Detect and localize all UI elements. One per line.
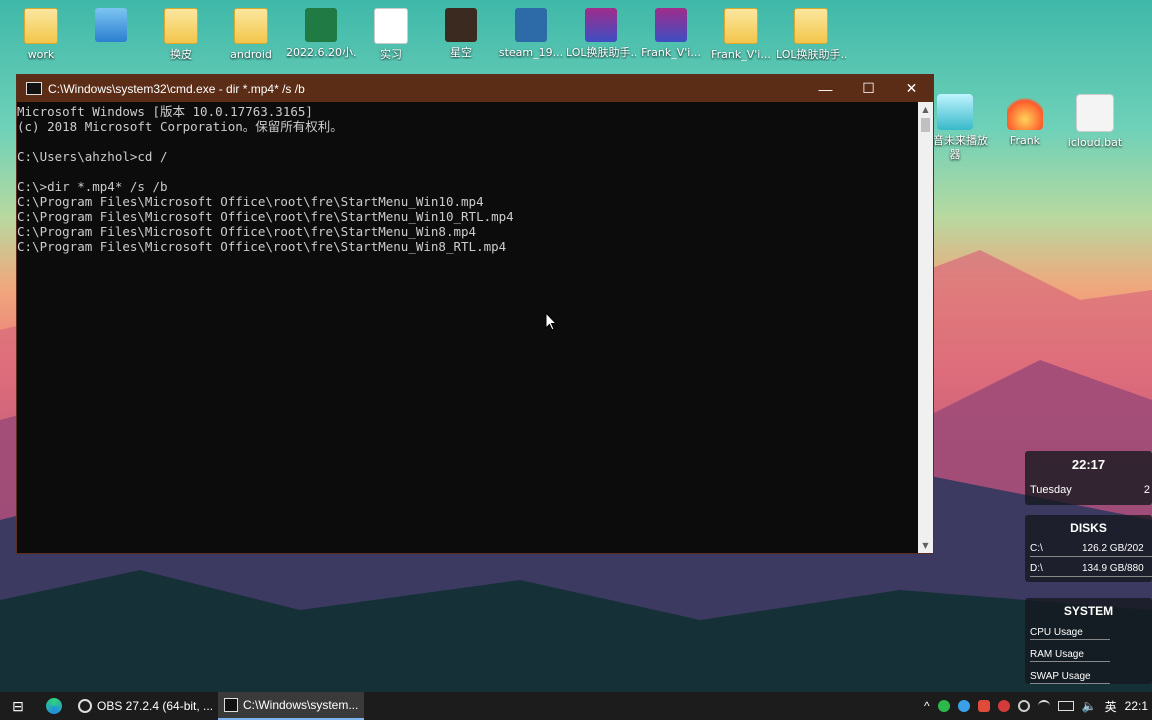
tray-app-icon[interactable] [977, 700, 990, 712]
disk-row: D:\ 134.9 GB/880 [1030, 563, 1152, 577]
taskbar-app-cmd[interactable]: C:\Windows\system... [218, 692, 364, 720]
pdf-icon [374, 8, 408, 44]
console-line: C:\Users\ahzhol>cd / [17, 149, 168, 164]
system-title: SYSTEM [1063, 604, 1114, 618]
folder-icon [794, 8, 828, 44]
disk-row: C:\ 126.2 GB/202 [1030, 543, 1152, 557]
desktop-icon-frank-folder[interactable]: Frank_V'i... [706, 0, 776, 61]
desktop-icon-excel[interactable]: 2022.6.20小... [286, 0, 356, 59]
clock-widget: 22:17 Tuesday 2 [1025, 451, 1152, 505]
wifi-icon[interactable] [1037, 700, 1050, 712]
tray-chevron-icon[interactable]: ^ [924, 699, 930, 713]
scroll-up-icon[interactable]: ▲ [918, 102, 933, 117]
steam-icon [515, 8, 547, 42]
system-row-swap: SWAP Usage [1030, 671, 1110, 684]
desktop-icon-app[interactable] [76, 0, 146, 46]
console-line: C:\Program Files\Microsoft Office\root\f… [17, 209, 514, 224]
system-widget: SYSTEM CPU Usage RAM Usage SWAP Usage [1025, 598, 1152, 684]
archive-icon [655, 8, 687, 42]
scroll-down-icon[interactable]: ▼ [918, 538, 933, 553]
edge-browser-button[interactable] [36, 692, 72, 720]
vertical-scrollbar[interactable]: ▲ ▼ [918, 102, 933, 553]
desktop-icon-lol-folder[interactable]: LOL换肤助手... [776, 0, 846, 61]
battery-icon[interactable] [1057, 701, 1074, 711]
tray-app-icon[interactable] [957, 700, 970, 712]
folder-icon [234, 8, 268, 44]
folder-icon [164, 8, 198, 44]
system-row-cpu: CPU Usage [1030, 627, 1110, 640]
system-tray: ^ 🔈 英 22:1 [924, 698, 1152, 715]
console-output[interactable]: Microsoft Windows [版本 10.0.17763.3165] (c… [17, 102, 917, 553]
desktop-icon-frank-rar[interactable]: Frank_V'i... [636, 0, 706, 59]
desktop-icon-row: work 换皮 android 2022.6.20小... 实习 星空 stea… [0, 0, 1152, 80]
obs-icon [78, 699, 92, 713]
cmd-icon [224, 698, 238, 712]
desktop-icon-steam[interactable]: steam_19... [496, 0, 566, 59]
gear-icon [1076, 94, 1114, 132]
excel-icon [305, 8, 337, 42]
taskbar-clock[interactable]: 22:1 [1125, 699, 1148, 713]
maximize-button[interactable]: ☐ [847, 75, 890, 102]
cmd-window[interactable]: C:\Windows\system32\cmd.exe - dir *.mp4*… [16, 74, 934, 554]
console-line: C:\Program Files\Microsoft Office\root\f… [17, 224, 477, 239]
folder-icon [724, 8, 758, 44]
desktop-icon-xingkong[interactable]: 星空 [426, 0, 496, 59]
console-line: C:\Program Files\Microsoft Office\root\f… [17, 194, 484, 209]
image-icon [445, 8, 477, 42]
console-line: (c) 2018 Microsoft Corporation。保留所有权利。 [17, 119, 343, 134]
taskbar-app-obs[interactable]: OBS 27.2.4 (64-bit, ... [72, 692, 218, 720]
mouse-cursor-icon [545, 312, 557, 331]
app-icon [95, 8, 127, 42]
wechat-icon[interactable] [937, 700, 950, 712]
ime-indicator[interactable]: 英 [1105, 698, 1117, 715]
window-titlebar[interactable]: C:\Windows\system32\cmd.exe - dir *.mp4*… [17, 75, 933, 102]
taskbar: ⊟ OBS 27.2.4 (64-bit, ... C:\Windows\sys… [0, 692, 1152, 720]
cmd-app-icon [26, 82, 42, 95]
desktop-icon-shixi[interactable]: 实习 [356, 0, 426, 61]
tray-app-icon[interactable] [997, 700, 1010, 712]
desktop-icon-huanpi[interactable]: 换皮 [146, 0, 216, 61]
close-button[interactable]: ✕ [890, 75, 933, 102]
console-line: Microsoft Windows [版本 10.0.17763.3165] [17, 104, 313, 119]
desktop-icon-frank[interactable]: Frank [990, 94, 1060, 148]
desktop-icon-lol-rar[interactable]: LOL换肤助手... [566, 0, 636, 59]
edge-icon [46, 698, 62, 714]
desktop-icon-work[interactable]: work [6, 0, 76, 61]
console-line: C:\>dir *.mp4* /s /b [17, 179, 168, 194]
volume-icon[interactable]: 🔈 [1082, 699, 1097, 713]
console-line: C:\Program Files\Microsoft Office\root\f… [17, 239, 507, 254]
task-view-icon[interactable]: ⊟ [0, 692, 36, 720]
widget-day: Tuesday 2 [1030, 484, 1150, 496]
desktop-icon-android[interactable]: android [216, 0, 286, 61]
tray-app-icon[interactable] [1017, 700, 1030, 712]
window-title: C:\Windows\system32\cmd.exe - dir *.mp4*… [48, 81, 305, 96]
fire-icon [1007, 94, 1043, 130]
minimize-button[interactable]: — [804, 75, 847, 102]
folder-icon [24, 8, 58, 44]
disks-widget: DISKS C:\ 126.2 GB/202 D:\ 134.9 GB/880 [1025, 515, 1152, 582]
archive-icon [585, 8, 617, 42]
scroll-thumb[interactable] [921, 118, 930, 132]
system-row-ram: RAM Usage [1030, 649, 1110, 662]
widget-time: 22:17 [1071, 457, 1106, 472]
desktop-icon-icloud-bat[interactable]: icloud.bat [1060, 94, 1130, 150]
miku-icon [937, 94, 973, 130]
disks-title: DISKS [1070, 521, 1107, 535]
